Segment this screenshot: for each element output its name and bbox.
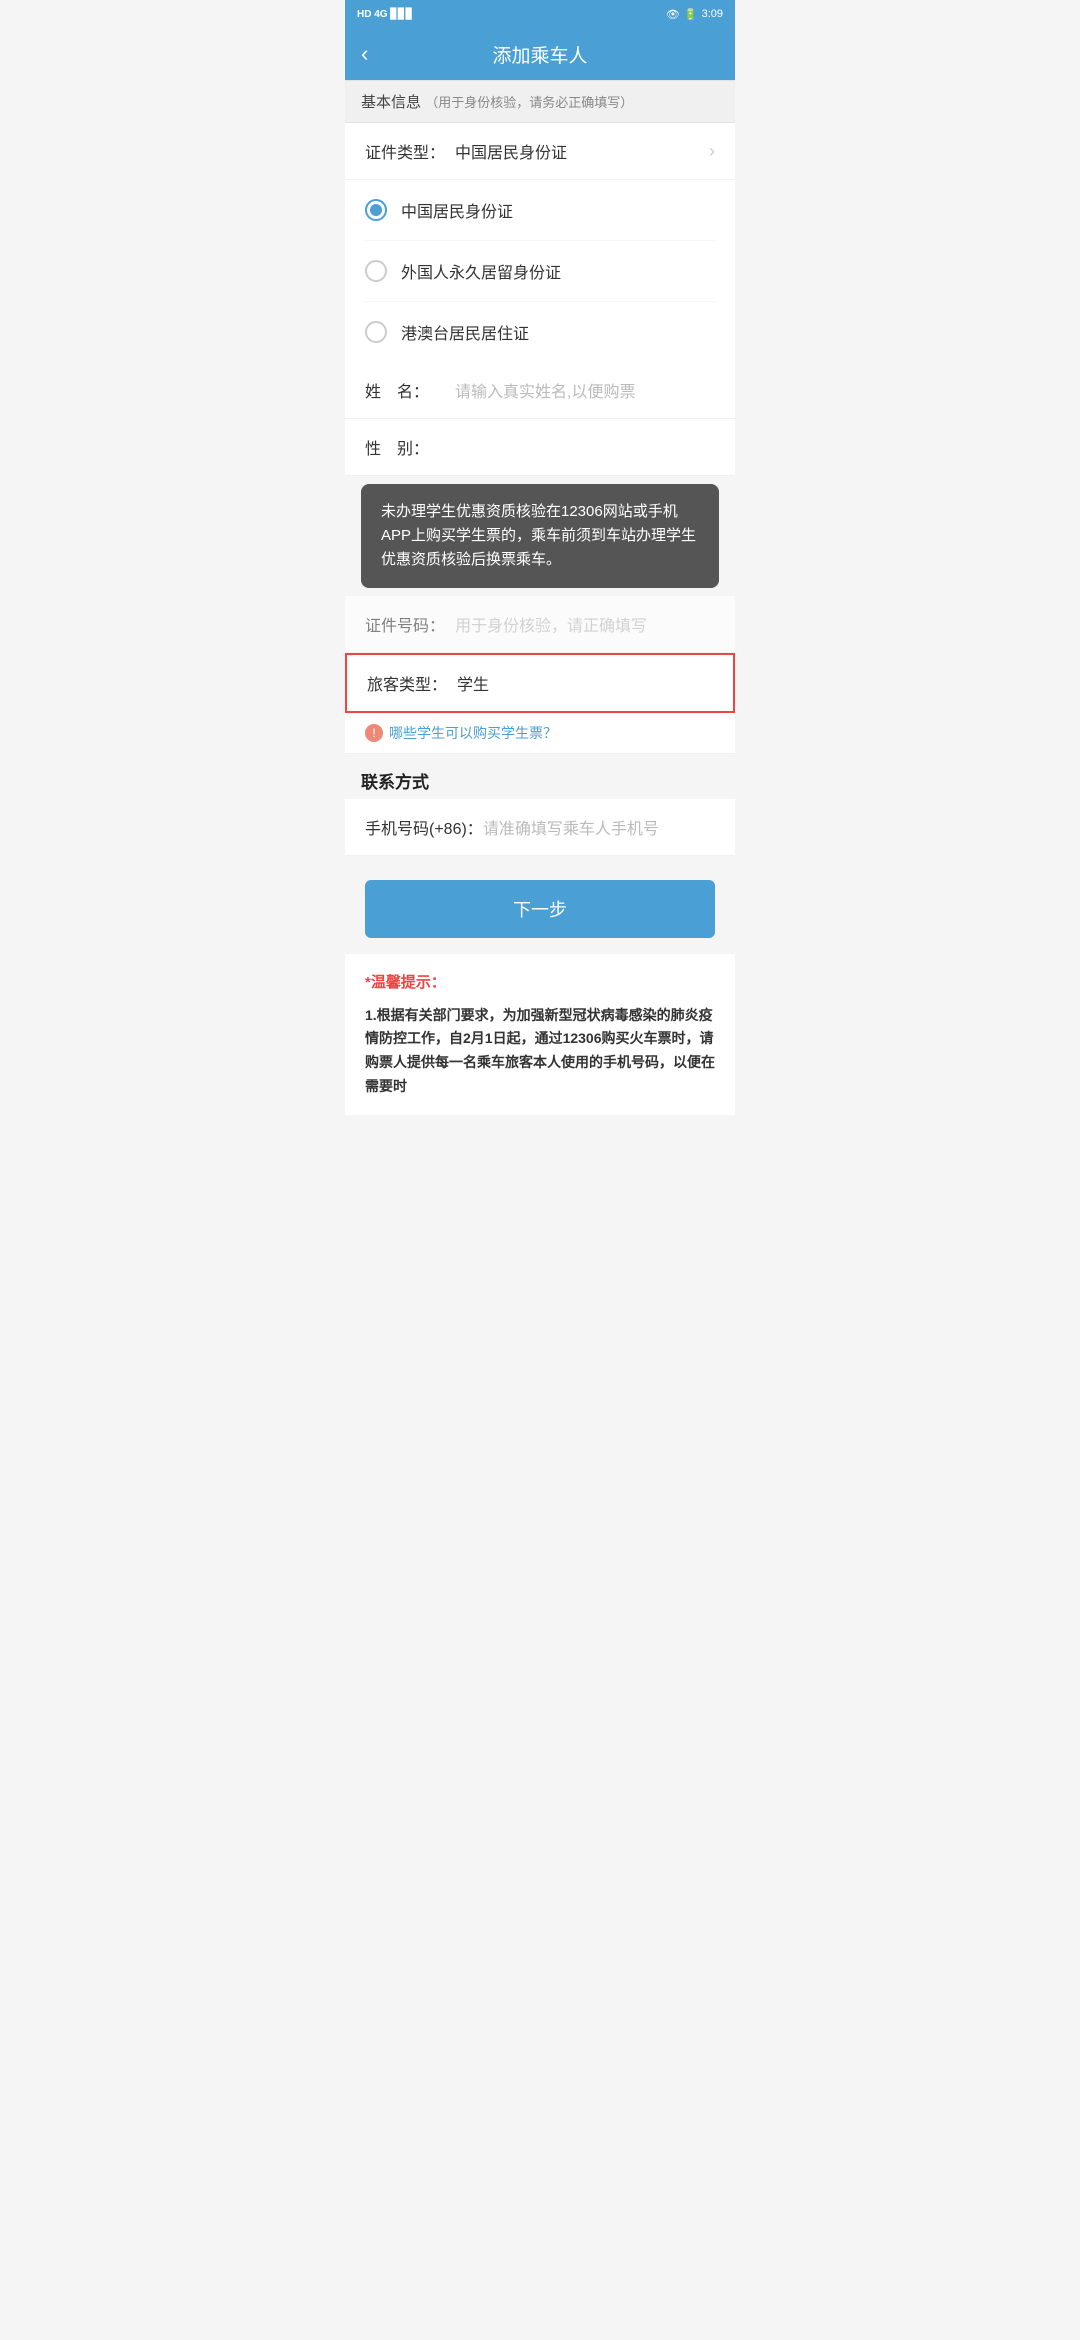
status-left: HD 4G ▊▊▊ [357, 9, 413, 20]
id-type-row[interactable]: 证件类型： 中国居民身份证 › [345, 123, 735, 180]
back-icon: ‹ [361, 41, 368, 66]
basic-info-section-header: 基本信息 （用于身份核验，请务必正确填写） [345, 80, 735, 123]
passenger-type-label: 旅客类型： [367, 671, 457, 695]
tips-content: 1.根据有关部门要求，为加强新型冠状病毒感染的肺炎疫情防控工作，自2月1日起，通… [365, 1004, 715, 1099]
student-info-link[interactable]: ! 哪些学生可以购买学生票？ [345, 713, 735, 754]
page-title: 添加乘车人 [492, 41, 587, 68]
tips-title: *温馨提示： [365, 970, 715, 996]
id-type-label: 证件类型： [365, 139, 455, 163]
nav-bar: ‹ 添加乘车人 [345, 28, 735, 80]
status-right: 👁 🔋 3:09 [666, 8, 723, 21]
phone-label: 手机号码(+86)： [365, 815, 483, 839]
name-row[interactable]: 姓 名： 请输入真实姓名,以便购票 [345, 362, 735, 419]
radio-circle-foreign-id [365, 260, 387, 282]
id-type-value: 中国居民身份证 [455, 139, 709, 163]
section-note: （用于身份核验，请务必正确填写） [425, 95, 633, 110]
name-label: 姓 名： [365, 378, 455, 402]
radio-label-hkmacau-id: 港澳台居民居住证 [401, 320, 529, 344]
gender-row[interactable]: 性 别： [345, 419, 735, 476]
tips-section: *温馨提示： 1.根据有关部门要求，为加强新型冠状病毒感染的肺炎疫情防控工作，自… [345, 954, 735, 1115]
section-label: 基本信息 [361, 94, 421, 111]
radio-circle-chinese-id [365, 199, 387, 221]
passenger-type-value: 学生 [457, 671, 713, 695]
gender-label: 性 别： [365, 435, 455, 459]
id-number-placeholder: 用于身份核验，请正确填写 [455, 612, 715, 636]
network-indicator: HD 4G ▊▊▊ [357, 9, 413, 20]
phone-placeholder: 请准确填写乘车人手机号 [483, 815, 715, 839]
phone-row[interactable]: 手机号码(+86)： 请准确填写乘车人手机号 [345, 799, 735, 856]
tips-text: 1.根据有关部门要求，为加强新型冠状病毒感染的肺炎疫情防控工作，自2月1日起，通… [365, 1007, 715, 1094]
radio-label-chinese-id: 中国居民身份证 [401, 198, 513, 222]
time-display: 3:09 [702, 8, 723, 20]
radio-circle-hkmacau-id [365, 321, 387, 343]
id-type-radio-group: 中国居民身份证 外国人永久居留身份证 港澳台居民居住证 [345, 180, 735, 362]
eye-icon: 👁 [666, 8, 680, 21]
next-button[interactable]: 下一步 [365, 880, 715, 938]
radio-option-foreign-id[interactable]: 外国人永久居留身份证 [365, 241, 715, 302]
id-number-row: 证件号码： 用于身份核验，请正确填写 [345, 596, 735, 653]
tooltip-text: 未办理学生优惠资质核验在12306网站或手机APP上购买学生票的，乘车前须到车站… [381, 503, 696, 568]
status-bar: HD 4G ▊▊▊ 👁 🔋 3:09 [345, 0, 735, 28]
info-link-text: 哪些学生可以购买学生票？ [389, 723, 557, 743]
tooltip-popup: 未办理学生优惠资质核验在12306网站或手机APP上购买学生票的，乘车前须到车站… [361, 484, 719, 588]
radio-option-hkmacau-id[interactable]: 港澳台居民居住证 [365, 302, 715, 362]
id-number-label: 证件号码： [365, 612, 455, 636]
contact-section-title: 联系方式 [345, 754, 735, 799]
back-button[interactable]: ‹ [361, 41, 368, 67]
radio-label-foreign-id: 外国人永久居留身份证 [401, 259, 561, 283]
battery-icon: 🔋 [684, 8, 698, 21]
name-input-placeholder: 请输入真实姓名,以便购票 [455, 378, 715, 402]
chevron-right-icon: › [709, 141, 715, 162]
radio-option-chinese-id[interactable]: 中国居民身份证 [365, 180, 715, 241]
info-icon: ! [365, 724, 383, 742]
passenger-type-row[interactable]: 旅客类型： 学生 [345, 653, 735, 713]
